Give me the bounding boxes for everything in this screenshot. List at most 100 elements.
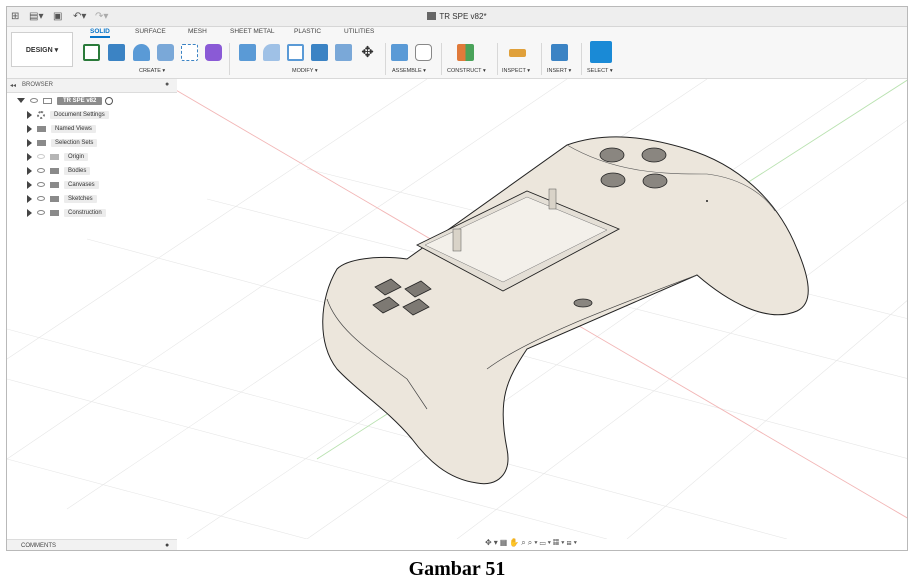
eye-icon[interactable] [37,154,45,159]
toolbar-divider [541,43,542,75]
scale-icon[interactable] [335,44,352,61]
fillet-icon[interactable] [263,44,280,61]
led-dot [706,200,708,202]
title-bar: ⊞ ▤▾ ▣ ↶▾ ↷▾ TR SPE v82* [7,7,907,27]
orbit-icon[interactable]: ✥▾ [485,538,500,547]
shell-icon[interactable] [287,44,304,61]
move-icon[interactable]: ✥ [359,44,376,61]
browser-item-canvases[interactable]: Canvases [27,179,99,190]
expand-icon[interactable] [27,138,32,147]
fit-icon[interactable]: ⌕▾ [528,538,540,547]
collapse-panel-icon[interactable]: ◂◂ [10,82,16,89]
tab-plastic[interactable]: PLASTIC [294,28,321,35]
expand-icon[interactable] [27,194,32,203]
browser-item-named-views[interactable]: Named Views [27,123,96,134]
create-sketch-icon[interactable] [83,44,100,61]
toolbar-divider [229,43,230,75]
inspect-menu[interactable]: INSPECT ▾ [502,68,530,74]
button-hole [642,173,668,189]
select-cursor-icon[interactable] [590,41,612,63]
expand-icon[interactable] [27,124,32,133]
hole-icon[interactable] [157,44,174,61]
measure-icon[interactable] [509,49,526,57]
pan-icon[interactable]: ✋ [509,538,521,547]
browser-item-construction[interactable]: Construction [27,207,106,218]
figure-caption: Gambar 51 [408,558,506,580]
folder-icon [50,209,59,216]
browser-item-document-settings[interactable]: Document Settings [27,109,109,120]
assemble-menu[interactable]: ASSEMBLE ▾ [392,68,426,74]
press-pull-icon[interactable] [239,44,256,61]
browser-item-bodies[interactable]: Bodies [27,165,91,176]
comments-panel[interactable]: COMMENTS ● [7,539,177,550]
browser-item-selection-sets[interactable]: Selection Sets [27,137,98,148]
eye-icon[interactable] [37,182,45,187]
tab-surface[interactable]: SURFACE [135,28,166,35]
eye-icon[interactable] [37,196,45,201]
look-at-icon[interactable]: ▦ [500,538,510,547]
add-comment-icon[interactable]: ● [165,542,169,549]
button-hole [600,172,626,188]
combine-icon[interactable] [311,44,328,61]
button-hole [641,147,667,163]
activate-radio-icon[interactable] [105,96,114,105]
pin-icon[interactable]: ● [165,81,169,88]
browser-header: BROWSER [22,82,54,88]
toolbar-divider [441,43,442,75]
expand-icon[interactable] [17,98,25,103]
expand-icon[interactable] [27,166,32,175]
insert-image-icon[interactable] [551,44,568,61]
expand-icon[interactable] [27,208,32,217]
browser-item-sketches[interactable]: Sketches [27,193,97,204]
insert-menu[interactable]: INSERT ▾ [547,68,571,74]
pattern-icon[interactable] [181,44,198,61]
tab-sheet-metal[interactable]: SHEET METAL [230,28,275,35]
create-menu[interactable]: CREATE ▾ [139,68,165,74]
tab-utilities[interactable]: UTILITIES [344,28,374,35]
folder-icon [50,181,59,188]
root-component-label: TR SPE v82 [57,96,103,105]
tab-mesh[interactable]: MESH [188,28,207,35]
expand-icon[interactable] [27,180,32,189]
toolbar-divider [385,43,386,75]
document-title: TR SPE v82* [7,12,907,21]
tab-solid[interactable]: SOLID [90,28,110,38]
eye-icon[interactable] [37,210,45,215]
extrude-icon[interactable] [108,44,125,61]
mount-post [452,228,462,252]
eye-icon[interactable] [37,168,45,173]
display-settings-icon[interactable]: ▭▾ [540,538,553,547]
create-form-icon[interactable] [205,44,222,61]
select-menu[interactable]: SELECT ▾ [587,68,613,74]
navigation-bar: ✥▾▦✋⌕⌕▾▭▾▦▾⊞▾ [485,538,579,550]
canvas-viewport[interactable] [7,79,907,539]
folder-icon [50,153,59,160]
eye-icon[interactable] [30,98,38,103]
expand-icon[interactable] [27,110,32,119]
modify-menu[interactable]: MODIFY ▾ [292,68,318,74]
controller-body [322,136,809,485]
revolve-icon[interactable] [133,44,150,61]
app-window: ⊞ ▤▾ ▣ ↶▾ ↷▾ TR SPE v82* DESIGN ▾ SOLID … [6,6,908,551]
folder-icon [50,195,59,202]
browser-root[interactable]: TR SPE v82 [17,95,114,106]
toolbar: DESIGN ▾ SOLID SURFACE MESH SHEET METAL … [7,27,907,79]
workspace-design-button[interactable]: DESIGN ▾ [11,32,73,67]
construct-menu[interactable]: CONSTRUCT ▾ [447,68,486,74]
toolbar-divider [497,43,498,75]
document-icon [427,12,437,20]
new-component-icon[interactable] [391,44,408,61]
folder-icon [50,167,59,174]
document-icon [43,97,52,104]
expand-icon[interactable] [27,152,32,161]
grid-settings-icon[interactable]: ▦▾ [553,538,566,547]
gear-icon [37,110,45,119]
mount-post [548,188,557,210]
viewports-icon[interactable]: ⊞▾ [566,538,578,547]
browser-item-origin[interactable]: Origin [27,151,89,162]
joint-icon[interactable] [415,44,432,61]
offset-plane-icon[interactable] [457,44,474,61]
folder-icon [37,139,46,146]
browser-panel: ◂◂ BROWSER ● [7,79,177,93]
usb-slot [573,298,593,308]
